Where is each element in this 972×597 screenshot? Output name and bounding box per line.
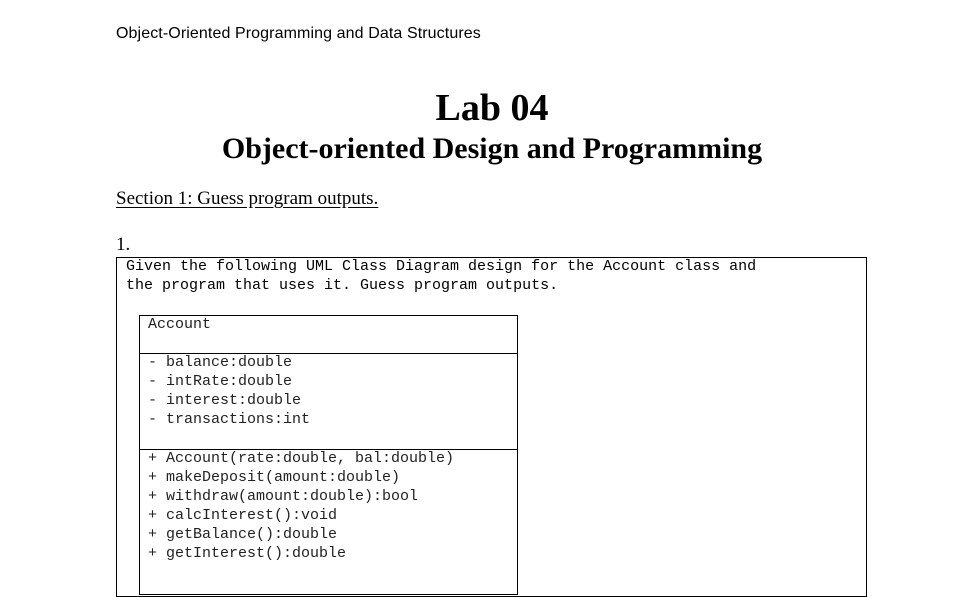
uml-method: + makeDeposit(amount:double) bbox=[148, 469, 401, 486]
uml-method: + withdraw(amount:double):bool bbox=[148, 488, 419, 505]
uml-attribute: - balance:double bbox=[148, 354, 293, 371]
uml-attribute: - intRate:double bbox=[148, 373, 293, 390]
uml-attribute: - interest:double bbox=[148, 392, 302, 409]
uml-method: + calcInterest():void bbox=[148, 507, 338, 524]
lab-subtitle: Object-oriented Design and Programming bbox=[221, 132, 763, 165]
section-heading: Section 1: Guess program outputs. bbox=[116, 188, 379, 209]
uml-method: + Account(rate:double, bal:double) bbox=[148, 450, 455, 467]
course-header: Object-Oriented Programming and Data Str… bbox=[116, 25, 481, 42]
uml-attribute: - transactions:int bbox=[148, 411, 311, 428]
question-number: 1. bbox=[116, 234, 131, 255]
question-prompt-line: Given the following UML Class Diagram de… bbox=[126, 258, 757, 275]
uml-class-name: Account bbox=[148, 316, 212, 333]
uml-method: + getBalance():double bbox=[148, 526, 338, 543]
uml-method: + getInterest():double bbox=[148, 545, 347, 562]
lab-title: Lab 04 bbox=[435, 87, 549, 129]
question-prompt-line: the program that uses it. Guess program … bbox=[126, 277, 559, 294]
